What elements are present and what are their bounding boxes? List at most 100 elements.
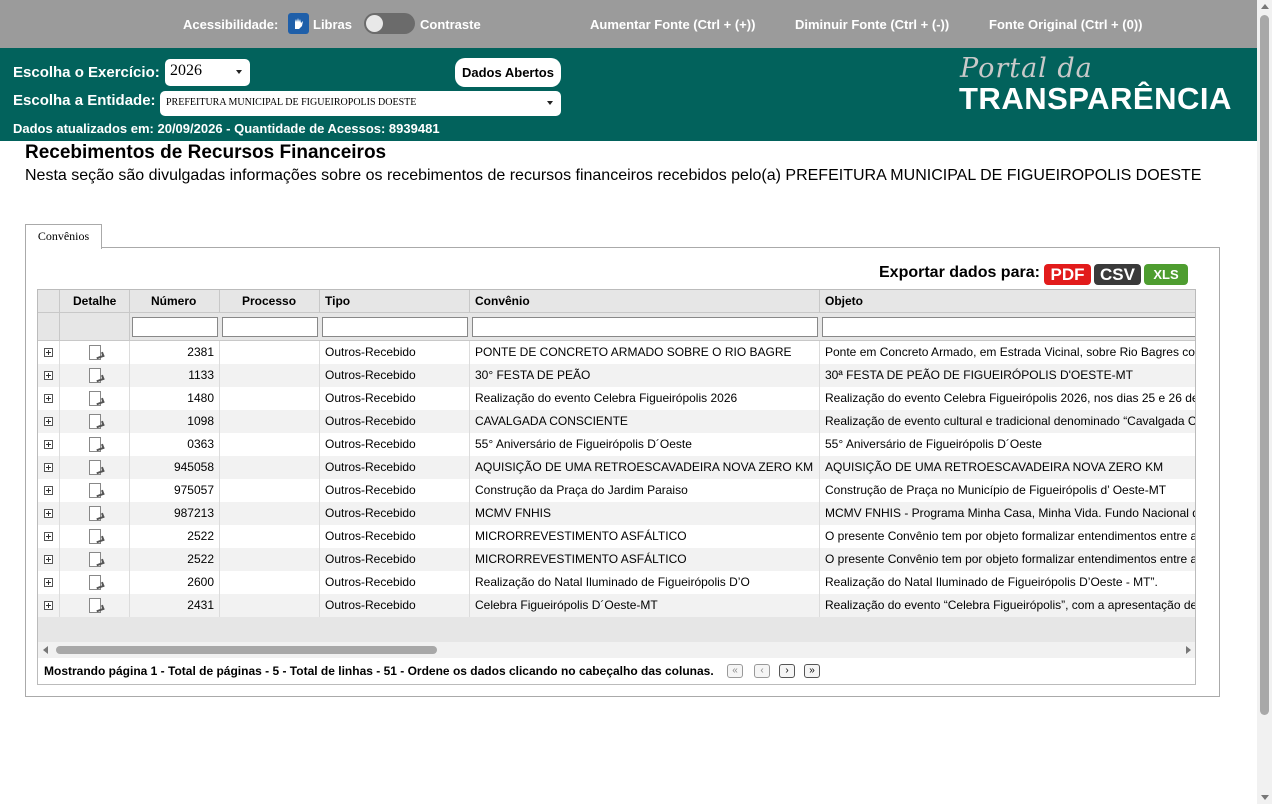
table-row[interactable]: 1098 Outros-Recebido CAVALGADA CONSCIENTE R… — [38, 410, 1195, 433]
document-detail-icon[interactable] — [89, 529, 101, 544]
contrast-toggle[interactable] — [364, 13, 415, 34]
tipo-cell: Outros-Recebido — [320, 525, 470, 548]
filter-sep — [60, 313, 130, 341]
original-font-link[interactable]: Fonte Original (Ctrl + (0)) — [989, 17, 1142, 32]
document-detail-icon[interactable] — [89, 391, 101, 406]
header-numero[interactable]: Número — [130, 290, 220, 313]
toggle-knob — [366, 15, 383, 32]
tipo-cell: Outros-Recebido — [320, 410, 470, 433]
table-row[interactable]: 0363 Outros-Recebido 55° Aniversário de Fi… — [38, 433, 1195, 456]
filter-tipo-input[interactable] — [322, 317, 468, 337]
document-detail-icon[interactable] — [89, 552, 101, 567]
filter-numero-input[interactable] — [132, 317, 218, 337]
convenio-cell: Celebra Figueirópolis D´Oeste-MT — [470, 594, 820, 617]
export-csv-button[interactable]: CSV — [1094, 264, 1141, 285]
table-row[interactable]: 2522 Outros-Recebido MICRORREVESTIMENTO AS… — [38, 548, 1195, 571]
table-row[interactable]: 2431 Outros-Recebido Celebra Figueirópolis… — [38, 594, 1195, 617]
entity-value: PREFEITURA MUNICIPAL DE FIGUEIROPOLIS DO… — [166, 97, 417, 108]
convenio-cell: CAVALGADA CONSCIENTE — [470, 410, 820, 433]
filter-convenio-input[interactable] — [472, 317, 818, 337]
document-detail-icon[interactable] — [89, 575, 101, 590]
objeto-cell: 55° Aniversário de Figueirópolis D´Oeste — [820, 433, 1195, 456]
convenio-cell: PONTE DE CONCRETO ARMADO SOBRE O RIO BAG… — [470, 341, 820, 364]
processo-cell — [220, 548, 320, 571]
exercise-select[interactable]: 2026 — [165, 59, 250, 86]
objeto-cell: 30ª FESTA DE PEÃO DE FIGUEIRÓPOLIS D'OES… — [820, 364, 1195, 387]
header-tipo[interactable]: Tipo — [320, 290, 470, 313]
page-scrollbar[interactable] — [1257, 0, 1272, 804]
document-detail-icon[interactable] — [89, 368, 101, 383]
header-objeto[interactable]: Objeto — [820, 290, 1195, 313]
table-row[interactable]: 945058 Outros-Recebido AQUISIÇÃO DE UMA RE… — [38, 456, 1195, 479]
processo-cell — [220, 479, 320, 502]
table-row[interactable]: 2381 Outros-Recebido PONTE DE CONCRETO ARM… — [38, 341, 1195, 364]
convenio-cell: MCMV FNHIS — [470, 502, 820, 525]
detalhe-cell — [38, 525, 130, 548]
accessibility-bar: Acessibilidade: Libras Contraste Aumenta… — [0, 0, 1257, 48]
document-detail-icon[interactable] — [89, 483, 101, 498]
table-row[interactable]: 987213 Outros-Recebido MCMV FNHIS MCMV FNHI… — [38, 502, 1195, 525]
next-page-button[interactable]: › — [779, 664, 795, 678]
accessibility-label: Acessibilidade: — [183, 17, 279, 32]
document-detail-icon[interactable] — [89, 506, 101, 521]
document-detail-icon[interactable] — [89, 414, 101, 429]
tipo-cell: Outros-Recebido — [320, 479, 470, 502]
filter-processo-input[interactable] — [222, 317, 318, 337]
contrast-label[interactable]: Contraste — [420, 17, 481, 32]
grid-filter-row — [38, 313, 1195, 341]
document-detail-icon[interactable] — [89, 460, 101, 475]
tab-convenios[interactable]: Convênios — [25, 224, 102, 249]
objeto-cell: Realização de evento cultural e tradicio… — [820, 410, 1195, 433]
export-xls-button[interactable]: XLS — [1144, 264, 1188, 285]
libras-hand-icon[interactable] — [288, 13, 309, 34]
convenio-cell: MICRORREVESTIMENTO ASFÁLTICO — [470, 548, 820, 571]
detalhe-cell — [38, 364, 130, 387]
table-row[interactable]: 975057 Outros-Recebido Construção da Praça… — [38, 479, 1195, 502]
document-detail-icon[interactable] — [89, 345, 101, 360]
page-scroll-thumb[interactable] — [1260, 15, 1269, 715]
document-detail-icon[interactable] — [89, 437, 101, 452]
chevron-down-icon — [547, 101, 553, 105]
scroll-thumb[interactable] — [56, 646, 437, 654]
table-row[interactable]: 1480 Outros-Recebido Realização do evento … — [38, 387, 1195, 410]
chevron-down-icon — [236, 70, 242, 74]
header-processo[interactable]: Processo — [220, 290, 320, 313]
table-row[interactable]: 1133 Outros-Recebido 30° FESTA DE PEÃO 30ª … — [38, 364, 1195, 387]
logo-transparencia: TRANSPARÊNCIA — [959, 81, 1232, 116]
decrease-font-link[interactable]: Diminuir Fonte (Ctrl + (-)) — [795, 17, 949, 32]
document-detail-icon[interactable] — [89, 598, 101, 613]
grid-empty-area — [38, 617, 1195, 642]
tipo-cell: Outros-Recebido — [320, 594, 470, 617]
scroll-left-icon[interactable] — [43, 646, 48, 654]
header-detalhe[interactable]: Detalhe — [60, 290, 130, 313]
processo-cell — [220, 433, 320, 456]
scroll-up-icon[interactable] — [1261, 4, 1269, 9]
open-data-button[interactable]: Dados Abertos — [455, 58, 561, 87]
detalhe-cell — [38, 341, 130, 364]
processo-cell — [220, 594, 320, 617]
table-row[interactable]: 2522 Outros-Recebido MICRORREVESTIMENTO AS… — [38, 525, 1195, 548]
tipo-cell: Outros-Recebido — [320, 387, 470, 410]
prev-page-button[interactable]: ‹ — [754, 664, 770, 678]
updated-info: Dados atualizados em: 20/09/2026 - Quant… — [13, 121, 440, 136]
tipo-cell: Outros-Recebido — [320, 364, 470, 387]
header-expand — [38, 290, 60, 313]
numero-cell: 2381 — [130, 341, 220, 364]
objeto-cell: Realização do evento “Celebra Figueirópo… — [820, 594, 1195, 617]
increase-font-link[interactable]: Aumentar Fonte (Ctrl + (+)) — [590, 17, 755, 32]
scroll-right-icon[interactable] — [1186, 646, 1191, 654]
last-page-button[interactable]: » — [804, 664, 820, 678]
detalhe-cell — [38, 387, 130, 410]
page-title: Recebimentos de Recursos Financeiros — [25, 142, 387, 163]
horizontal-scrollbar[interactable] — [38, 642, 1195, 658]
filter-objeto-input[interactable] — [822, 317, 1195, 337]
first-page-button[interactable]: « — [727, 664, 743, 678]
export-pdf-button[interactable]: PDF — [1044, 264, 1091, 285]
numero-cell: 1133 — [130, 364, 220, 387]
table-row[interactable]: 2600 Outros-Recebido Realização do Natal I… — [38, 571, 1195, 594]
header-convenio[interactable]: Convênio — [470, 290, 820, 313]
scroll-down-icon[interactable] — [1261, 795, 1269, 800]
processo-cell — [220, 525, 320, 548]
libras-link[interactable]: Libras — [313, 17, 352, 32]
entity-select[interactable]: PREFEITURA MUNICIPAL DE FIGUEIROPOLIS DO… — [160, 91, 561, 116]
